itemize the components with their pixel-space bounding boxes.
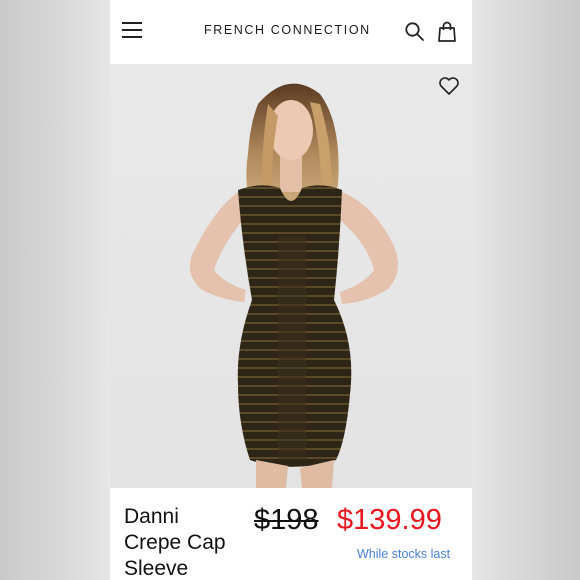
- phone-screen: FRENCH CONNECTION Danni Crepe Cap Sleeve…: [110, 0, 472, 580]
- stock-note: While stocks last: [357, 547, 451, 561]
- model-photo: [189, 83, 399, 488]
- wishlist-heart-icon[interactable]: [438, 76, 460, 96]
- brand-logo[interactable]: FRENCH CONNECTION: [204, 23, 371, 37]
- product-title-line: Danni: [124, 505, 179, 528]
- background-left: [0, 0, 110, 580]
- menu-icon[interactable]: [122, 20, 144, 40]
- sale-price: $139.99: [337, 504, 442, 536]
- product-title: Danni Crepe Cap Sleeve: [124, 504, 254, 580]
- original-price: $198: [254, 504, 319, 536]
- shopping-bag-icon[interactable]: [437, 21, 457, 43]
- background-right: [472, 0, 580, 580]
- search-icon[interactable]: [404, 21, 426, 43]
- product-info: Danni Crepe Cap Sleeve $198 $139.99 Whil…: [110, 488, 472, 580]
- site-header: FRENCH CONNECTION: [110, 0, 472, 64]
- product-image[interactable]: [110, 64, 472, 488]
- product-title-line: Sleeve: [124, 557, 189, 580]
- product-title-line: Crepe Cap: [124, 531, 226, 554]
